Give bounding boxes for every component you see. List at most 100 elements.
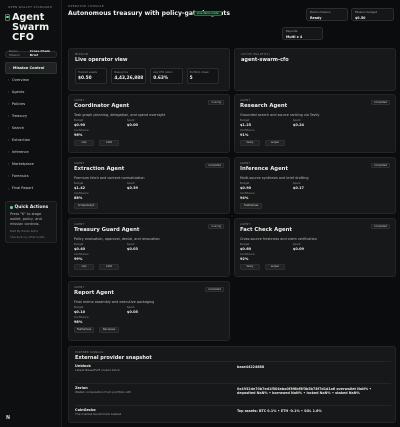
budget-label: Budget	[74, 182, 84, 186]
sidebar-item-agents[interactable]: › Agents	[5, 86, 57, 98]
sidebar-item-inference[interactable]: › Inference	[5, 146, 57, 158]
main-content: OPERATOR CONSOLE Autonomous treasury wit…	[66, 0, 396, 427]
tool-chip[interactable]: Nanopass	[99, 327, 119, 333]
sidebar-nav: › Mission Control › Overview › Agents › Poli…	[5, 61, 57, 195]
section-title: Live operator view	[75, 57, 128, 64]
chevron-right-icon: ›	[8, 186, 10, 191]
section-kicker: PARTNER SIGNALS	[75, 351, 104, 354]
agent-card-coordinator[interactable]: AGENT Coordinator Agent running Task graph…	[68, 94, 230, 153]
provider-value: Top assets: BTC 0.1% • ETH -0.1% • SOL 1…	[237, 409, 322, 413]
agent-name: Research Agent	[240, 103, 288, 110]
confidence-value: 94%	[240, 195, 249, 200]
active-wallet-card[interactable]: ACTIVE WALLET(S) agent-swarm-cfo	[234, 48, 396, 91]
section-kicker: ACTIVE WALLET(S)	[241, 53, 270, 56]
sidebar-item-label: Overview	[11, 77, 29, 82]
budget-value: $0.60	[240, 246, 252, 251]
provider-snapshot: PARTNER SIGNALS External provider snapsh…	[68, 346, 396, 423]
agent-kicker: AGENT	[240, 162, 251, 165]
provider-value: 0x4932de70b7ed1f504eba0f3f6bf5f3b5b78f7d…	[237, 387, 372, 396]
sidebar-item-label: Inference	[11, 150, 29, 155]
agent-card-fact-check[interactable]: AGENT Fact Check Agent completed Cross-sou…	[234, 218, 396, 277]
agent-description: Grounded search and source ranking via T…	[240, 112, 320, 117]
agent-card-extraction[interactable]: AGENT Extraction Agent completed Premium f…	[68, 157, 230, 214]
confidence-value: 92%	[240, 256, 249, 261]
chevron-right-icon: ›	[8, 162, 10, 167]
stat-value: 5	[189, 76, 193, 82]
stat-value: 0.63%	[153, 76, 169, 82]
sidebar-item-overview[interactable]: › Overview	[5, 74, 57, 86]
agent-kicker: AGENT	[74, 162, 85, 165]
agent-name: Inference Agent	[240, 166, 288, 173]
spent-label: Spent	[126, 243, 135, 247]
mission-key: Demo Mission	[9, 49, 21, 58]
status-badge: running	[208, 224, 224, 229]
app-root: OPEN WALLET STANDARD Agent Swarm CFO Dem…	[0, 0, 400, 427]
confidence-value: 96%	[74, 132, 83, 137]
sidebar-item-policies[interactable]: › Policies	[5, 98, 57, 110]
sidebar-item-label: Agents	[11, 89, 25, 94]
confidence-value: 91%	[240, 132, 249, 137]
tool-chip[interactable]: Featherless	[240, 203, 263, 209]
chevron-right-icon: ›	[8, 77, 10, 82]
stat-label: Portfolio drawn	[189, 70, 210, 74]
agent-description: Cross-source freshness and claim verific…	[240, 236, 317, 241]
tool-chip[interactable]: ows	[74, 140, 94, 146]
chevron-right-icon: ›	[8, 101, 10, 106]
provider-row-coingecko: CoinGecko The market benchmark basket To…	[75, 405, 391, 417]
spent-value: $0.00	[126, 122, 138, 127]
sidebar-item-final-report[interactable]: › Final Report	[5, 183, 57, 195]
sidebar-item-mission-control[interactable]: › Mission Control	[5, 61, 57, 74]
console-kicker: OPERATOR CONSOLE	[68, 4, 105, 8]
budget-value: $1.42	[74, 185, 86, 190]
tool-chip[interactable]: ows	[74, 264, 94, 270]
sidebar-item-forensics[interactable]: › Forensics	[5, 171, 57, 183]
mission-value: Cross-Chain Brief	[29, 49, 50, 58]
sidebar-item-search[interactable]: › Search	[5, 122, 57, 134]
stat-value: $0.50	[78, 76, 92, 82]
stat-tracked-assets: Tracked assets $0.50	[75, 68, 108, 85]
footer-avatar[interactable]: N	[6, 416, 10, 422]
status-badge: running	[208, 100, 224, 105]
tool-chip[interactable]: x402	[99, 140, 119, 146]
mission-selector[interactable]: Demo Mission Cross-Chain Brief	[5, 49, 57, 58]
tool-chip[interactable]: tavily	[240, 140, 260, 146]
brand-kicker: OPEN WALLET STANDARD	[8, 5, 53, 9]
spent-value: $0.24	[292, 122, 304, 127]
agent-card-treasury-guard[interactable]: AGENT Treasury Guard Agent running Policy …	[68, 218, 230, 277]
stat-portfolio-drawn: Portfolio drawn 5	[186, 68, 219, 85]
agent-kicker: AGENT	[74, 223, 85, 226]
status-badge: completed	[370, 224, 390, 229]
mission-budget-status: Mission budget $0.50	[351, 8, 394, 21]
sidebar-item-treasury[interactable]: › Treasury	[5, 110, 57, 122]
budget-label: Budget	[240, 119, 250, 123]
confidence-label: Confidence	[240, 253, 255, 257]
chevron-right-icon: ›	[8, 114, 10, 118]
agent-description: Policy evaluation, approval, denial, and…	[74, 236, 160, 241]
stat-label: Base price	[114, 70, 128, 74]
budget-value: $0.10	[74, 309, 86, 314]
spent-value: $0.17	[292, 185, 304, 190]
agent-card-inference[interactable]: AGENT Inference Agent completed Multi-sour…	[234, 157, 396, 214]
tool-chip[interactable]: Featherless	[74, 327, 94, 333]
sidebar-item-extraction[interactable]: › Extraction	[5, 134, 57, 146]
tool-chip[interactable]: tavily	[240, 264, 260, 270]
sidebar-item-marketplace[interactable]: › Marketplace	[5, 158, 57, 170]
quick-actions-panel[interactable]: Quick Actions Press "K" to stage wallet,…	[5, 200, 57, 243]
quick-actions-credit: Built By Harish Kotra	[10, 228, 38, 233]
tool-chip[interactable]: serper	[265, 264, 285, 270]
confidence-value: 98%	[74, 319, 83, 324]
quick-actions-link[interactable]: Checkout my other builds	[10, 235, 53, 239]
confidence-label: Confidence	[74, 129, 89, 133]
brand: Agent Swarm CFO	[5, 12, 57, 44]
payouts-status: Payouts Multi x 4	[282, 27, 323, 40]
agent-card-research[interactable]: AGENT Research Agent completed Grounded se…	[234, 94, 396, 153]
tool-chip[interactable]: ScrapeGraph	[74, 203, 99, 209]
spent-label: Spent	[292, 243, 301, 247]
stat-avg-cfo-return: Avg CFO return 0.63%	[150, 68, 183, 85]
budget-label: Budget	[74, 119, 84, 123]
stat-value: 4,43,26,888	[114, 76, 144, 82]
tool-chip[interactable]: x402	[99, 264, 119, 270]
tool-chip[interactable]: serper	[265, 140, 285, 146]
agent-card-report[interactable]: AGENT Report Agent completed Final memo as…	[68, 281, 230, 341]
status-value: Multi x 4	[286, 34, 303, 39]
